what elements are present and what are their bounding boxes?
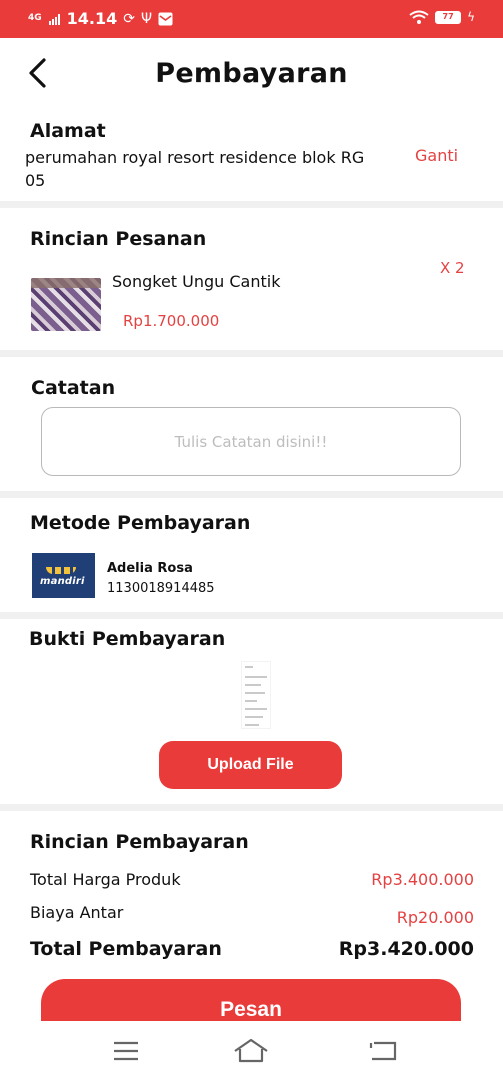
bank-logo-stripes bbox=[46, 567, 76, 574]
page-title: Pembayaran bbox=[155, 58, 348, 89]
notes-input[interactable] bbox=[41, 407, 461, 476]
product-total-label: Total Harga Produk bbox=[30, 870, 181, 889]
order-button[interactable]: Pesan bbox=[41, 979, 461, 1021]
payment-details-title: Rincian Pembayaran bbox=[30, 831, 249, 853]
product-quantity: X 2 bbox=[440, 259, 465, 277]
battery-level: 77 bbox=[442, 11, 454, 21]
product-total-value: Rp3.400.000 bbox=[371, 870, 474, 889]
delivery-fee-label: Biaya Antar bbox=[30, 903, 124, 922]
payment-proof-title: Bukti Pembayaran bbox=[29, 628, 226, 650]
status-time: 14.14 bbox=[66, 9, 118, 28]
back-nav-button[interactable] bbox=[363, 1037, 403, 1065]
divider bbox=[0, 201, 503, 208]
divider bbox=[0, 350, 503, 357]
divider bbox=[0, 804, 503, 811]
signal-icon bbox=[48, 13, 60, 25]
bank-logo-text: mandiri bbox=[40, 576, 85, 587]
product-name: Songket Ungu Cantik bbox=[112, 272, 281, 291]
usb-icon: Ψ bbox=[141, 10, 153, 27]
charging-icon: ϟ bbox=[467, 10, 475, 24]
status-left: 4G 14.14 ⟳ Ψ bbox=[28, 9, 173, 28]
total-payment-value: Rp3.420.000 bbox=[338, 938, 474, 960]
wifi-icon bbox=[409, 10, 429, 24]
menu-button[interactable] bbox=[106, 1037, 146, 1065]
product-image bbox=[31, 278, 101, 331]
notes-title: Catatan bbox=[31, 377, 116, 399]
delivery-fee-value: Rp20.000 bbox=[396, 908, 474, 927]
upload-file-button[interactable]: Upload File bbox=[159, 741, 342, 789]
address-title: Alamat bbox=[30, 120, 106, 142]
account-name: Adelia Rosa bbox=[107, 561, 193, 576]
divider bbox=[0, 491, 503, 498]
menu-icon bbox=[114, 1041, 138, 1061]
sync-icon: ⟳ bbox=[123, 10, 135, 27]
system-nav-bar bbox=[0, 1021, 503, 1080]
status-bar: 4G 14.14 ⟳ Ψ 77 ϟ bbox=[0, 0, 503, 38]
address-text: perumahan royal resort residence blok RG… bbox=[25, 148, 365, 190]
status-right: 77 ϟ bbox=[409, 10, 475, 24]
mail-icon bbox=[158, 12, 173, 25]
payment-method-title: Metode Pembayaran bbox=[30, 512, 251, 534]
payment-proof-thumbnail[interactable] bbox=[241, 661, 271, 729]
page-header: Pembayaran bbox=[0, 38, 503, 113]
divider bbox=[0, 612, 503, 619]
total-payment-label: Total Pembayaran bbox=[30, 938, 222, 960]
back-icon bbox=[369, 1041, 397, 1061]
change-address-link[interactable]: Ganti bbox=[415, 146, 458, 165]
order-details-title: Rincian Pesanan bbox=[30, 228, 207, 250]
bank-logo[interactable]: mandiri bbox=[32, 553, 95, 598]
product-price: Rp1.700.000 bbox=[123, 312, 220, 330]
battery-icon: 77 bbox=[435, 10, 462, 24]
home-button[interactable] bbox=[231, 1037, 271, 1065]
home-icon bbox=[234, 1038, 268, 1063]
account-number: 1130018914485 bbox=[107, 581, 215, 596]
network-type: 4G bbox=[28, 13, 42, 23]
